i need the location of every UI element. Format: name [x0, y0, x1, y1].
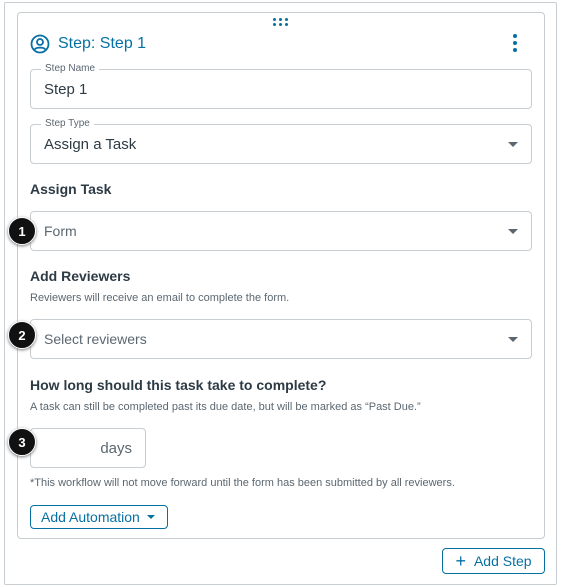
user-circle-icon	[30, 34, 50, 54]
plus-icon: +	[455, 551, 466, 571]
step-type-select[interactable]: Step Type Assign a Task	[30, 117, 532, 164]
chevron-down-icon	[146, 515, 155, 519]
chevron-down-icon	[508, 142, 518, 147]
duration-heading: How long should this task take to comple…	[30, 377, 327, 393]
kebab-menu-icon[interactable]	[509, 34, 521, 52]
reviewers-placeholder: Select reviewers	[44, 331, 147, 347]
callout-badge-1: 1	[8, 217, 36, 245]
add-step-label: Add Step	[473, 553, 532, 569]
chevron-down-icon	[508, 229, 518, 234]
add-reviewers-helper: Reviewers will receive an email to compl…	[30, 292, 290, 304]
reviewers-select[interactable]: Select reviewers	[30, 319, 532, 359]
assign-task-heading: Assign Task	[30, 181, 112, 197]
drag-handle-icon[interactable]	[273, 18, 289, 26]
step-type-value: Assign a Task	[44, 135, 137, 153]
days-unit-label: days	[100, 439, 132, 457]
chevron-down-icon	[508, 337, 518, 342]
add-reviewers-heading: Add Reviewers	[30, 268, 131, 284]
duration-helper: A task can still be completed past its d…	[30, 401, 421, 413]
add-step-button[interactable]: + Add Step	[442, 548, 545, 574]
callout-badge-3: 3	[8, 428, 36, 456]
assign-task-value: Form	[44, 223, 77, 239]
step-name-field[interactable]: Step Name Step 1	[30, 62, 532, 109]
days-input[interactable]: days	[30, 428, 146, 468]
add-automation-button[interactable]: Add Automation	[30, 505, 168, 529]
add-automation-label: Add Automation	[41, 509, 140, 525]
workflow-note: *This workflow will not move forward unt…	[30, 477, 455, 489]
step-title: Step: Step 1	[58, 35, 147, 52]
step-name-value: Step 1	[44, 80, 88, 98]
assign-task-select[interactable]: Form	[30, 211, 532, 251]
callout-badge-2: 2	[8, 321, 36, 349]
